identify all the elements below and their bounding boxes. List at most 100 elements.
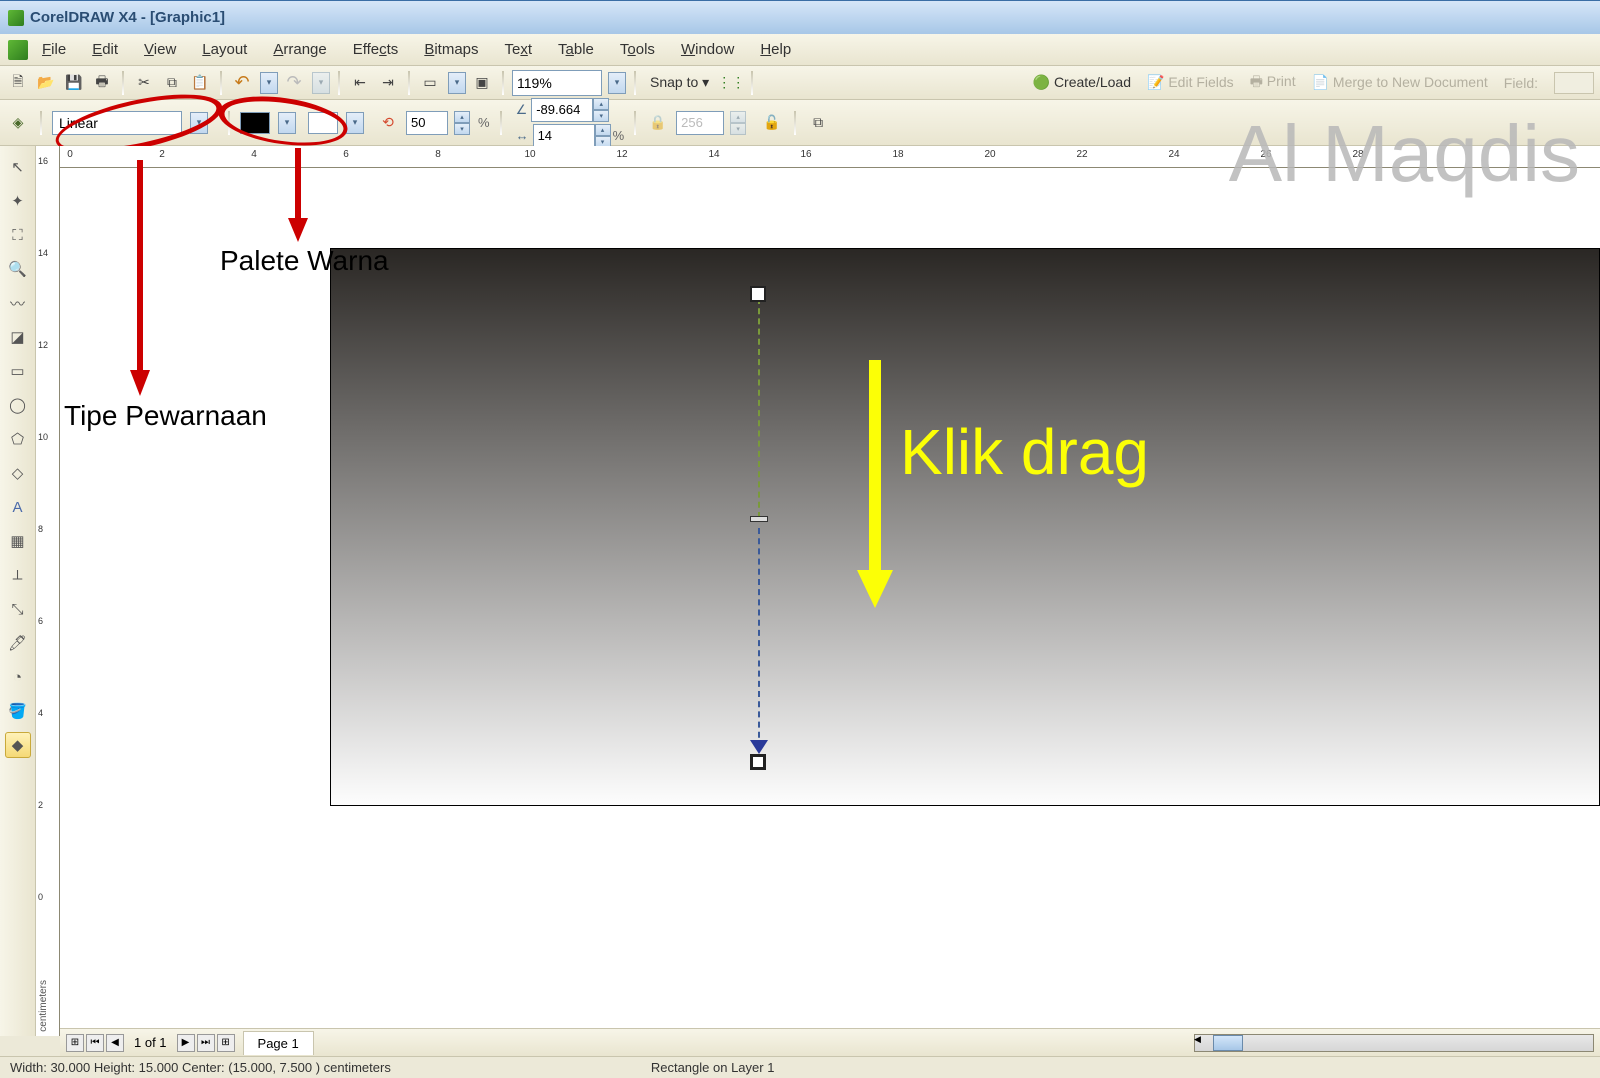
pct-label1: % [478, 115, 490, 130]
copy-fill-icon[interactable]: ⧉ [806, 111, 830, 135]
first-page-button[interactable]: ⏮ [86, 1034, 104, 1052]
paste-icon[interactable]: 📋 [188, 71, 212, 95]
steps-spinner: ▴▾ [730, 111, 746, 135]
copy-icon[interactable]: ⧉ [160, 71, 184, 95]
shape-tool[interactable]: ✦ [5, 188, 31, 214]
zoom-level-input[interactable]: 119% [512, 70, 602, 96]
merge-button: 📄 Merge to New Document [1312, 74, 1488, 91]
redo-dropdown: ▾ [312, 72, 330, 94]
eyedropper-tool[interactable]: 🖊 [5, 630, 31, 656]
gradient-line-upper [758, 298, 760, 518]
menu-effects[interactable]: Effects [353, 41, 399, 58]
gradient-start-handle[interactable] [750, 286, 766, 302]
from-color-dropdown[interactable]: ▾ [278, 112, 296, 134]
new-doc-icon[interactable]: 🗎 [6, 71, 30, 95]
menubar: File Edit View Layout Arrange Effects Bi… [0, 34, 1600, 66]
midpoint-slider-icon[interactable]: ⟲ [376, 111, 400, 135]
table-tool[interactable]: ▦ [5, 528, 31, 554]
next-page-button[interactable]: ▶ [177, 1034, 195, 1052]
midpoint-spinner[interactable]: ▴▾ [454, 111, 470, 135]
print-icon[interactable]: 🖶 [90, 71, 114, 95]
corel-icon [8, 40, 28, 60]
undo-dropdown[interactable]: ▾ [260, 72, 278, 94]
edit-fields-button: 📝 Edit Fields [1147, 74, 1234, 91]
lock-icon[interactable]: 🔓 [760, 111, 784, 135]
fill-type-dropdown[interactable]: Linear [52, 111, 182, 135]
import-icon[interactable]: ⇤ [348, 71, 372, 95]
canvas[interactable] [60, 168, 1600, 1036]
page-counter: 1 of 1 [134, 1035, 167, 1050]
rectangle-tool[interactable]: ▭ [5, 358, 31, 384]
edit-fill-icon[interactable]: ◈ [6, 111, 30, 135]
add-page-after-button[interactable]: ⊞ [217, 1034, 235, 1052]
to-color-dropdown[interactable]: ▾ [346, 112, 364, 134]
fill-type-arrow[interactable]: ▾ [190, 112, 208, 134]
dimension-tool[interactable]: ⟂ [5, 562, 31, 588]
freehand-tool[interactable]: 〰 [5, 290, 31, 316]
angle-input[interactable]: -89.664 [531, 98, 593, 122]
annotation-red-arrow-palette [286, 148, 310, 244]
smart-fill-tool[interactable]: ◪ [5, 324, 31, 350]
gradient-end-handle[interactable] [750, 754, 766, 770]
redo-icon[interactable]: ↷ [282, 71, 306, 95]
create-load-button[interactable]: 🟢 Create/Load [1033, 74, 1131, 91]
interactive-fill-tool[interactable]: ◆ [5, 732, 31, 758]
polygon-tool[interactable]: ⬠ [5, 426, 31, 452]
steps-input: 256 [676, 111, 724, 135]
from-color-swatch[interactable] [240, 112, 270, 134]
basic-shapes-tool[interactable]: ◇ [5, 460, 31, 486]
menu-arrange[interactable]: Arrange [273, 41, 326, 58]
status-layer: Rectangle on Layer 1 [651, 1060, 775, 1075]
angle-spinner[interactable]: ▴▾ [593, 98, 609, 122]
snapto-label[interactable]: Snap to ▾ [650, 74, 709, 91]
menu-layout[interactable]: Layout [202, 41, 247, 58]
midpoint-input[interactable]: 50 [406, 111, 448, 135]
annotation-klikdrag: Klik drag [900, 415, 1149, 489]
page-tab-1[interactable]: Page 1 [243, 1031, 314, 1055]
menu-text[interactable]: Text [505, 41, 533, 58]
welcome-icon[interactable]: ▣ [470, 71, 494, 95]
add-page-before-button[interactable]: ⊞ [66, 1034, 84, 1052]
annotation-yellow-arrow [855, 360, 895, 610]
horizontal-scrollbar[interactable]: ◀ [1194, 1034, 1594, 1052]
vertical-ruler[interactable]: 16 14 12 10 8 6 4 2 0 centimeters [36, 146, 60, 1036]
text-tool[interactable]: A [5, 494, 31, 520]
app-launcher-icon[interactable]: ▭ [418, 71, 442, 95]
cut-icon[interactable]: ✂ [132, 71, 156, 95]
menu-tools[interactable]: Tools [620, 41, 655, 58]
options-icon[interactable]: ⋮⋮ [719, 71, 743, 95]
menu-view[interactable]: View [144, 41, 176, 58]
menu-file[interactable]: File [42, 41, 66, 58]
open-icon[interactable]: 📂 [34, 71, 58, 95]
gradient-arrow-icon [750, 740, 768, 754]
menu-table[interactable]: Table [558, 41, 594, 58]
gradient-rectangle[interactable] [330, 248, 1600, 806]
page-navigator: ⊞ ⏮ ◀ 1 of 1 ▶ ⏭ ⊞ Page 1 ◀ [60, 1028, 1600, 1056]
ellipse-tool[interactable]: ◯ [5, 392, 31, 418]
save-icon[interactable]: 💾 [62, 71, 86, 95]
menu-window[interactable]: Window [681, 41, 734, 58]
outline-tool[interactable]: ◔ [5, 664, 31, 690]
menu-edit[interactable]: Edit [92, 41, 118, 58]
prev-page-button[interactable]: ◀ [106, 1034, 124, 1052]
watermark-text: Al Maqdis [1229, 108, 1580, 200]
export-icon[interactable]: ⇥ [376, 71, 400, 95]
last-page-button[interactable]: ⏭ [197, 1034, 215, 1052]
connector-tool[interactable]: ⤡ [5, 596, 31, 622]
undo-icon[interactable]: ↶ [230, 71, 254, 95]
to-color-swatch[interactable] [308, 112, 338, 134]
edgepad-spinner[interactable]: ▴▾ [595, 124, 611, 148]
app-launcher-dropdown[interactable]: ▾ [448, 72, 466, 94]
edgepad-input[interactable]: 14 [533, 124, 595, 148]
annotation-filltype-label: Tipe Pewarnaan [64, 400, 267, 432]
gradient-mid-handle[interactable] [750, 516, 768, 522]
fill-tool[interactable]: 🪣 [5, 698, 31, 724]
pick-tool[interactable]: ↖ [5, 154, 31, 180]
field-label: Field: [1504, 75, 1538, 91]
zoom-dropdown[interactable]: ▾ [608, 72, 626, 94]
menu-bitmaps[interactable]: Bitmaps [424, 41, 478, 58]
crop-tool[interactable]: ⛶ [5, 222, 31, 248]
menu-help[interactable]: Help [760, 41, 791, 58]
statusbar: Width: 30.000 Height: 15.000 Center: (15… [0, 1056, 1600, 1078]
zoom-tool[interactable]: 🔍 [5, 256, 31, 282]
